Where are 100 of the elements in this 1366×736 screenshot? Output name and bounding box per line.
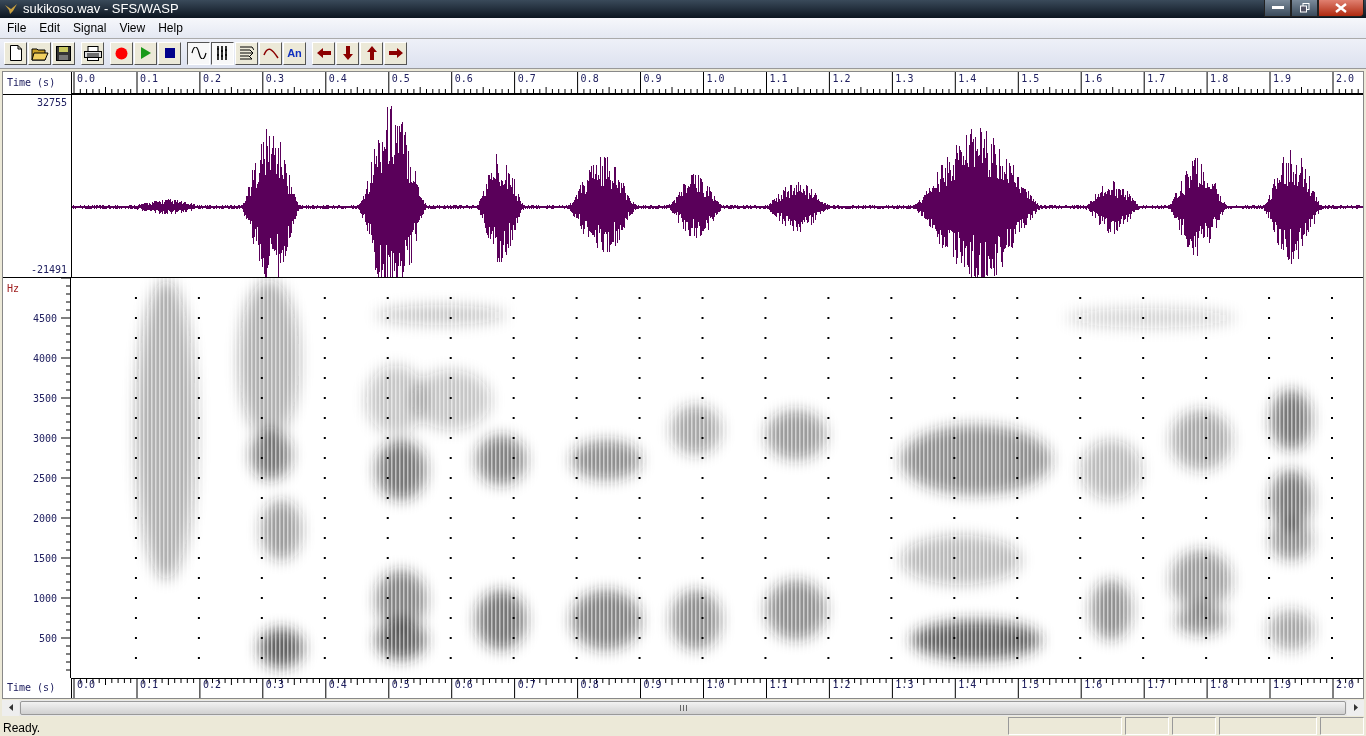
menu-item[interactable]: Edit	[32, 20, 67, 35]
open-button[interactable]	[28, 41, 51, 65]
tick-label: 4000	[32, 353, 57, 364]
tick-label: 1.0	[706, 679, 725, 690]
record-button[interactable]	[110, 41, 133, 65]
tick-label: 3000	[32, 433, 57, 444]
tick-label: 0.5	[391, 679, 410, 690]
tick-label: 1.8	[1210, 73, 1229, 84]
sine-wave-icon	[190, 47, 207, 60]
tick-label: 1.1	[769, 73, 788, 84]
annotation-button[interactable]: An	[283, 41, 306, 65]
tick-label: 0.3	[265, 679, 284, 690]
tick-label: 1.3	[895, 679, 914, 690]
tick-label: 1.6	[1084, 73, 1103, 84]
tick-label: 0.2	[202, 679, 221, 690]
close-icon	[1335, 3, 1347, 13]
tick-label: 1000	[32, 593, 57, 604]
tick-label: 2500	[32, 473, 57, 484]
tick-label: 0.0	[77, 73, 96, 84]
menu-item[interactable]: File	[0, 20, 33, 35]
right-arrow-icon	[388, 48, 403, 59]
blank-page-icon	[8, 45, 23, 62]
restore-icon	[1299, 3, 1310, 13]
print-button[interactable]	[81, 41, 104, 65]
status-panel	[1320, 717, 1364, 735]
amplitude-min-label: -21491	[30, 264, 67, 275]
spectrum-button[interactable]	[235, 41, 258, 65]
tick-label: 0.4	[328, 679, 347, 690]
amplitude-max-label: 32755	[36, 97, 67, 108]
tick-label: 1.4	[958, 679, 977, 690]
restore-button[interactable]	[1291, 0, 1318, 17]
tick-label: 0.6	[454, 679, 473, 690]
tick-label: 500	[38, 633, 57, 644]
tick-label: 1.3	[895, 73, 914, 84]
vertical-bars-icon	[215, 46, 230, 61]
tick-label: 1.4	[958, 73, 977, 84]
folder-icon	[30, 45, 49, 61]
axis-label: Time (s)	[7, 77, 56, 89]
tick-label: 1.8	[1210, 679, 1229, 690]
tick-label: 2.0	[1336, 679, 1355, 690]
axis-label: Time (s)	[7, 682, 56, 694]
tick-label: 1.1	[769, 679, 788, 690]
play-button[interactable]	[134, 41, 157, 65]
new-button[interactable]	[4, 41, 27, 65]
tick-label: 0.4	[328, 73, 347, 84]
tick-label: 2000	[32, 513, 57, 524]
minimize-button[interactable]	[1264, 0, 1291, 17]
down-button[interactable]	[336, 41, 359, 65]
status-panel	[1172, 717, 1216, 735]
tick-label: 1.9	[1273, 679, 1292, 690]
left-arrow-icon	[316, 48, 331, 59]
tick-label: 0.5	[391, 73, 410, 84]
right-button[interactable]	[384, 41, 407, 65]
left-button[interactable]	[312, 41, 335, 65]
printer-icon	[83, 45, 102, 61]
grip-icon	[679, 705, 687, 711]
unit-label: Hz	[7, 283, 20, 294]
tick-label: 1.9	[1273, 73, 1292, 84]
tick-label: 0.3	[265, 73, 284, 84]
tick-label: 0.1	[139, 73, 158, 84]
tick-label: 0.6	[454, 73, 473, 84]
tick-label: 1.7	[1147, 73, 1166, 84]
record-icon	[115, 46, 128, 60]
horizontal-lines-icon	[239, 46, 254, 61]
up-arrow-icon	[366, 46, 377, 61]
curve-icon	[262, 47, 279, 60]
tick-label: 0.9	[643, 679, 662, 690]
tick-label: 1.5	[1021, 679, 1040, 690]
menu-item[interactable]: View	[112, 20, 152, 35]
tick-label: 1.6	[1084, 679, 1103, 690]
tick-label: 2.0	[1336, 73, 1355, 84]
up-button[interactable]	[360, 41, 383, 65]
tick-label: 1.2	[832, 73, 851, 84]
pitch-button[interactable]	[259, 41, 282, 65]
tick-label: 0.7	[517, 679, 536, 690]
menu-item[interactable]: Signal	[66, 20, 113, 35]
menu-item[interactable]: Help	[151, 20, 189, 35]
tick-label: 0.8	[580, 73, 599, 84]
play-icon	[140, 47, 151, 60]
tick-label: 1.7	[1147, 679, 1166, 690]
tick-label: 0.2	[202, 73, 221, 84]
tick-label: 0.7	[517, 73, 536, 84]
status-panel	[1125, 717, 1169, 735]
close-button[interactable]	[1318, 0, 1364, 17]
window-title: sukikoso.wav - SFS/WASP	[23, 1, 179, 17]
spectrogram-button[interactable]	[211, 41, 234, 65]
tick-label: 1.2	[832, 679, 851, 690]
tick-label: 1500	[32, 553, 57, 564]
tick-label: 3500	[32, 393, 57, 404]
stop-icon	[164, 48, 175, 59]
waveform-button[interactable]	[187, 41, 210, 65]
scroll-right-button[interactable]	[1347, 700, 1364, 716]
save-button[interactable]	[52, 41, 75, 65]
right-triangle-icon	[1353, 704, 1358, 712]
stop-button[interactable]	[158, 41, 181, 65]
scroll-left-button[interactable]	[2, 700, 19, 716]
scrollbar-thumb[interactable]	[20, 701, 1346, 715]
tick-label: 0.0	[77, 679, 96, 690]
tick-label: 1.5	[1021, 73, 1040, 84]
tick-label: 0.9	[643, 73, 662, 84]
